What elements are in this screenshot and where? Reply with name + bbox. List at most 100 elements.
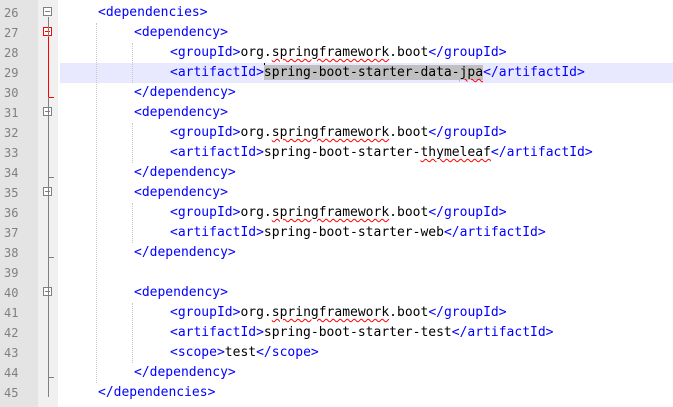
code-editor[interactable]: 26 <dependencies> 27 <dependency> 28 <groupId…: [0, 0, 673, 407]
code-line[interactable]: 27 <dependency>: [0, 23, 673, 43]
code-text: <scope>test</scope>: [170, 343, 319, 363]
xml-tag: </groupId>: [428, 125, 507, 140]
line-number: 28: [4, 46, 19, 60]
code-line[interactable]: 38 </dependency>: [0, 243, 673, 263]
spellcheck-word: springframework: [271, 125, 390, 140]
line-number: 32: [4, 126, 19, 140]
code-line[interactable]: 28 <groupId>org.springframework.boot</gro…: [0, 43, 673, 63]
code-line[interactable]: 33 <artifactId>spring-boot-starter-thymel…: [0, 143, 673, 163]
line-number: 31: [4, 106, 19, 120]
code-line[interactable]: 40 <dependency>: [0, 283, 673, 303]
xml-tag: <groupId>: [170, 305, 241, 320]
fold-collapse-icon[interactable]: [43, 7, 52, 16]
xml-tag: <dependency>: [134, 105, 228, 120]
xml-tag: <groupId>: [170, 205, 241, 220]
xml-tag: </scope>: [256, 345, 319, 360]
code-line[interactable]: 34 </dependency>: [0, 163, 673, 183]
line-number: 43: [4, 346, 19, 360]
line-number: 37: [4, 226, 19, 240]
xml-tag: </artifactId>: [443, 225, 546, 240]
code-text: <groupId>org.springframework.boot</group…: [170, 43, 507, 63]
xml-tag: <dependency>: [134, 285, 228, 300]
code-line[interactable]: 29 <artifactId>spring-boot-starter-data-j…: [0, 63, 673, 83]
xml-value: spring-boot-starter-web: [263, 225, 444, 240]
code-text: <groupId>org.springframework.boot</group…: [170, 303, 507, 323]
code-text: </dependency>: [134, 83, 236, 103]
line-number: 42: [4, 326, 19, 340]
line-number: 40: [4, 286, 19, 300]
xml-tag: </artifactId>: [490, 145, 593, 160]
xml-tag: <dependency>: [134, 185, 228, 200]
code-line[interactable]: 35 <dependency>: [0, 183, 673, 203]
xml-tag: </groupId>: [428, 45, 507, 60]
code-line[interactable]: 45 </dependencies>: [0, 383, 673, 403]
xml-tag: <groupId>: [170, 45, 241, 60]
fold-end-mark: [48, 377, 54, 378]
code-text: <groupId>org.springframework.boot</group…: [170, 203, 507, 223]
line-number: 26: [4, 6, 19, 20]
xml-tag: </dependency>: [134, 85, 236, 100]
selected-text: spring-boot-starter-data-: [263, 65, 460, 80]
xml-tag: <scope>: [170, 345, 225, 360]
line-number: 30: [4, 86, 19, 100]
code-line[interactable]: 30 </dependency>: [0, 83, 673, 103]
code-text: <dependency>: [134, 283, 228, 303]
code-line[interactable]: 43 <scope>test</scope>: [0, 343, 673, 363]
xml-tag: </dependency>: [134, 365, 236, 380]
line-number: 45: [4, 386, 19, 400]
xml-tag: <groupId>: [170, 125, 241, 140]
spellcheck-word: thymeleaf: [420, 145, 491, 160]
code-line[interactable]: 39: [0, 263, 673, 283]
line-number: 41: [4, 306, 19, 320]
xml-tag: </dependencies>: [98, 385, 216, 400]
xml-value: org.: [240, 125, 272, 140]
xml-value: .boot: [389, 45, 429, 60]
xml-value: spring-boot-starter-test: [263, 325, 452, 340]
selected-text: jpa: [459, 65, 484, 80]
code-text: </dependencies>: [98, 383, 215, 403]
line-number: 29: [4, 66, 19, 80]
line-number: 38: [4, 246, 19, 260]
fold-end-mark: [48, 257, 54, 258]
xml-tag: <dependencies>: [98, 5, 208, 20]
line-number: 27: [4, 26, 19, 40]
code-text: </dependency>: [134, 243, 236, 263]
spellcheck-word: springframework: [271, 45, 390, 60]
xml-value: org.: [240, 45, 272, 60]
code-text: <artifactId>spring-boot-starter-data-jpa…: [170, 63, 585, 83]
xml-value: .boot: [389, 305, 429, 320]
xml-tag: <artifactId>: [170, 65, 264, 80]
code-line[interactable]: 32 <groupId>org.springframework.boot</gro…: [0, 123, 673, 143]
code-text: </dependency>: [134, 363, 236, 383]
code-line[interactable]: 41 <groupId>org.springframework.boot</gro…: [0, 303, 673, 323]
xml-tag: </artifactId>: [451, 325, 554, 340]
code-line[interactable]: 36 <groupId>org.springframework.boot</gro…: [0, 203, 673, 223]
code-line[interactable]: 42 <artifactId>spring-boot-starter-test</…: [0, 323, 673, 343]
code-text: <groupId>org.springframework.boot</group…: [170, 123, 507, 143]
code-text: <dependency>: [134, 103, 228, 123]
code-text: <dependencies>: [98, 3, 208, 23]
xml-value: .boot: [389, 125, 429, 140]
xml-tag: </groupId>: [428, 305, 507, 320]
xml-tag: </artifactId>: [483, 65, 585, 80]
xml-tag: <dependency>: [134, 25, 228, 40]
indent-guide: [132, 203, 133, 243]
code-text: </dependency>: [134, 163, 236, 183]
code-text: <artifactId>spring-boot-starter-thymelea…: [170, 143, 593, 163]
xml-value: test: [224, 345, 257, 360]
line-number: 33: [4, 146, 19, 160]
code-text: <dependency>: [134, 23, 228, 43]
xml-tag: </dependency>: [134, 165, 236, 180]
code-line[interactable]: 26 <dependencies>: [0, 3, 673, 23]
code-line[interactable]: 44 </dependency>: [0, 363, 673, 383]
fold-guide-line: [48, 17, 49, 37]
line-number: 35: [4, 186, 19, 200]
code-line[interactable]: 37 <artifactId>spring-boot-starter-web</a…: [0, 223, 673, 243]
code-line[interactable]: 31 <dependency>: [0, 103, 673, 123]
indent-guide: [132, 43, 133, 83]
indent-guide: [132, 123, 133, 163]
xml-value: org.: [240, 305, 272, 320]
xml-tag: </dependency>: [134, 245, 236, 260]
spellcheck-word: springframework: [271, 205, 390, 220]
code-text: <artifactId>spring-boot-starter-web</art…: [170, 223, 546, 243]
